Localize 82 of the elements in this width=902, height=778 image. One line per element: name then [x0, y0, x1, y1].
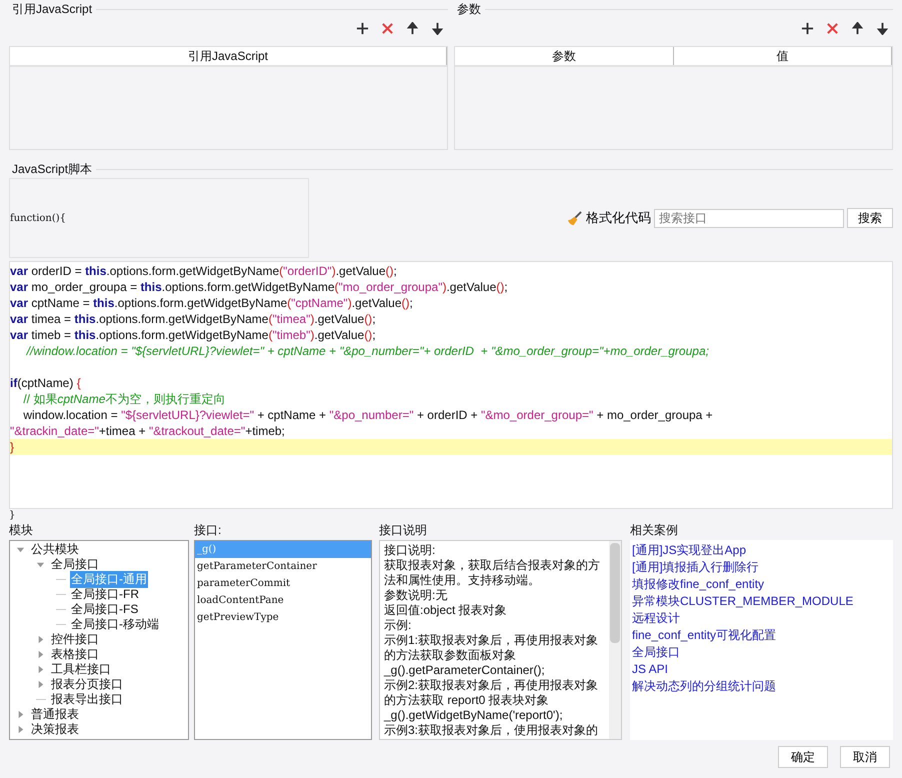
tree-item[interactable]: 公共模块 — [30, 541, 80, 558]
tree-item[interactable]: 全局接口-FS — [70, 601, 140, 618]
list-item[interactable]: loadContentPane — [195, 592, 371, 609]
case-link[interactable]: [通用]填报插入行删除行 — [632, 559, 891, 576]
code-line: //window.location = "${servletURL}?viewlet=" + cptName + "&po_number="+ orderID + "&mo_order_group="+mo_order_groupa; — [25, 344, 709, 358]
case-link[interactable]: 解决动态列的分组统计问题 — [632, 678, 891, 695]
code-line: var orderID = this.options.form.getWidgetByName("orderID").getValue(); — [10, 264, 397, 278]
search-button[interactable]: 搜索 — [847, 208, 893, 228]
collapsed-arrow-icon[interactable] — [36, 665, 45, 674]
tree-item[interactable]: 普通报表 — [30, 706, 80, 723]
move-down-icon[interactable] — [431, 22, 444, 35]
group-title: 引用JavaScript — [12, 0, 92, 18]
panel-title: 相关案例 — [630, 522, 679, 538]
description-text: 示例3:获取报表对象后，使用报表对象的 — [384, 723, 600, 738]
case-link[interactable]: [通用]JS实现登出App — [632, 542, 891, 559]
description-text: 获取报表对象，获取后结合报表对象的方法和属性使用。支持移动端。 — [384, 558, 601, 588]
panel-title: 模块 — [9, 522, 34, 538]
search-field[interactable]: 搜索接口 — [654, 208, 844, 228]
tree-item[interactable]: 控件接口 — [50, 631, 100, 648]
code-line: "&trackin_date="+timea + "&trackout_date="+timeb; — [10, 424, 285, 438]
case-link[interactable]: fine_conf_entity可视化配置 — [632, 627, 891, 644]
add-icon[interactable] — [801, 22, 814, 35]
expanded-arrow-icon[interactable] — [16, 545, 25, 554]
panel-title: 接口: — [194, 522, 222, 538]
description-text: 参数说明:无 — [384, 588, 448, 603]
case-link[interactable]: 异常模块CLUSTER_MEMBER_MODULE — [632, 593, 891, 610]
delete-icon[interactable] — [826, 22, 839, 35]
case-link[interactable]: 填报修改fine_conf_entity — [632, 576, 891, 593]
collapsed-arrow-icon[interactable] — [36, 680, 45, 689]
group-title: 参数 — [457, 0, 481, 18]
case-link[interactable]: 全局接口 — [632, 644, 891, 661]
tree-item[interactable]: 全局接口-移动端 — [70, 616, 160, 633]
move-up-icon[interactable] — [406, 22, 419, 35]
column-header: 值 — [674, 47, 892, 65]
list-item[interactable]: getParameterContainer — [195, 558, 371, 575]
list-item[interactable]: getPreviewType — [195, 609, 371, 626]
tree-item[interactable]: 全局接口-FR — [70, 586, 140, 603]
collapsed-arrow-icon[interactable] — [16, 710, 25, 719]
tree-item[interactable]: 表格接口 — [50, 646, 100, 663]
code-line: } — [10, 440, 14, 454]
description-text: 返回值:object 报表对象 — [384, 603, 508, 618]
tree-item[interactable]: 报表导出接口 — [50, 691, 124, 708]
description-text: 示例: — [384, 618, 412, 633]
code-line: window.location = "${servletURL}?viewlet=" + cptName + "&po_number=" + orderID + "&mo_order_group=" + mo_order_groupa + — [22, 408, 713, 422]
delete-icon[interactable] — [381, 22, 394, 35]
code-line: if(cptName) { — [10, 376, 81, 390]
panel-title: 接口说明 — [379, 522, 428, 538]
scrollbar[interactable] — [609, 541, 621, 739]
code-line: var mo_order_groupa = this.options.form.getWidgetByName("mo_order_groupa").getValue(); — [10, 280, 508, 294]
description-text: _g().getWidgetByName('report0'); — [384, 708, 564, 723]
tree-item[interactable]: 决策报表 — [30, 721, 80, 738]
description-text: _g().getParameterContainer(); — [384, 663, 546, 678]
move-down-icon[interactable] — [876, 22, 889, 35]
list-item[interactable]: parameterCommit — [195, 575, 371, 592]
collapsed-arrow-icon[interactable] — [36, 650, 45, 659]
expanded-arrow-icon[interactable] — [36, 560, 45, 569]
tree-item[interactable]: 全局接口 — [50, 556, 100, 573]
tree-item[interactable]: 工具栏接口 — [50, 661, 112, 678]
code-line: // 如果cptName不为空，则执行重定向 — [22, 392, 226, 406]
collapsed-arrow-icon[interactable] — [36, 635, 45, 644]
case-link[interactable]: 远程设计 — [632, 610, 891, 627]
tree-item[interactable]: 报表分页接口 — [50, 676, 124, 693]
description-text: 示例2:获取报表对象后，再使用报表对象的方法获取 report0 报表块对象 — [384, 678, 600, 708]
code-line: var timea = this.options.form.getWidgetByName("timea").getValue(); — [10, 312, 376, 326]
dialog-button[interactable]: 确定 — [778, 746, 828, 768]
case-link[interactable]: JS API — [632, 661, 891, 678]
group-title: JavaScript脚本 — [12, 160, 92, 178]
code-line: var timeb = this.options.form.getWidgetByName("timeb").getValue(); — [10, 328, 376, 342]
broom-icon — [567, 210, 582, 226]
description-text: 示例1:获取报表对象后，再使用报表对象的方法获取参数面板对象 — [384, 633, 600, 663]
function-header: function(){ — [10, 212, 66, 224]
description-text: 接口说明: — [384, 543, 436, 558]
column-header: 参数 — [455, 47, 674, 65]
add-icon[interactable] — [356, 22, 369, 35]
move-up-icon[interactable] — [851, 22, 864, 35]
collapsed-arrow-icon[interactable] — [16, 725, 25, 734]
code-editor[interactable] — [9, 261, 893, 509]
function-footer: } — [9, 510, 16, 521]
code-line: var cptName = this.options.form.getWidgetByName("cptName").getValue(); — [10, 296, 413, 310]
dialog-button[interactable]: 取消 — [840, 746, 890, 768]
format-code-button[interactable]: 格式化代码 — [567, 209, 651, 227]
column-header: 引用JavaScript — [10, 47, 447, 65]
